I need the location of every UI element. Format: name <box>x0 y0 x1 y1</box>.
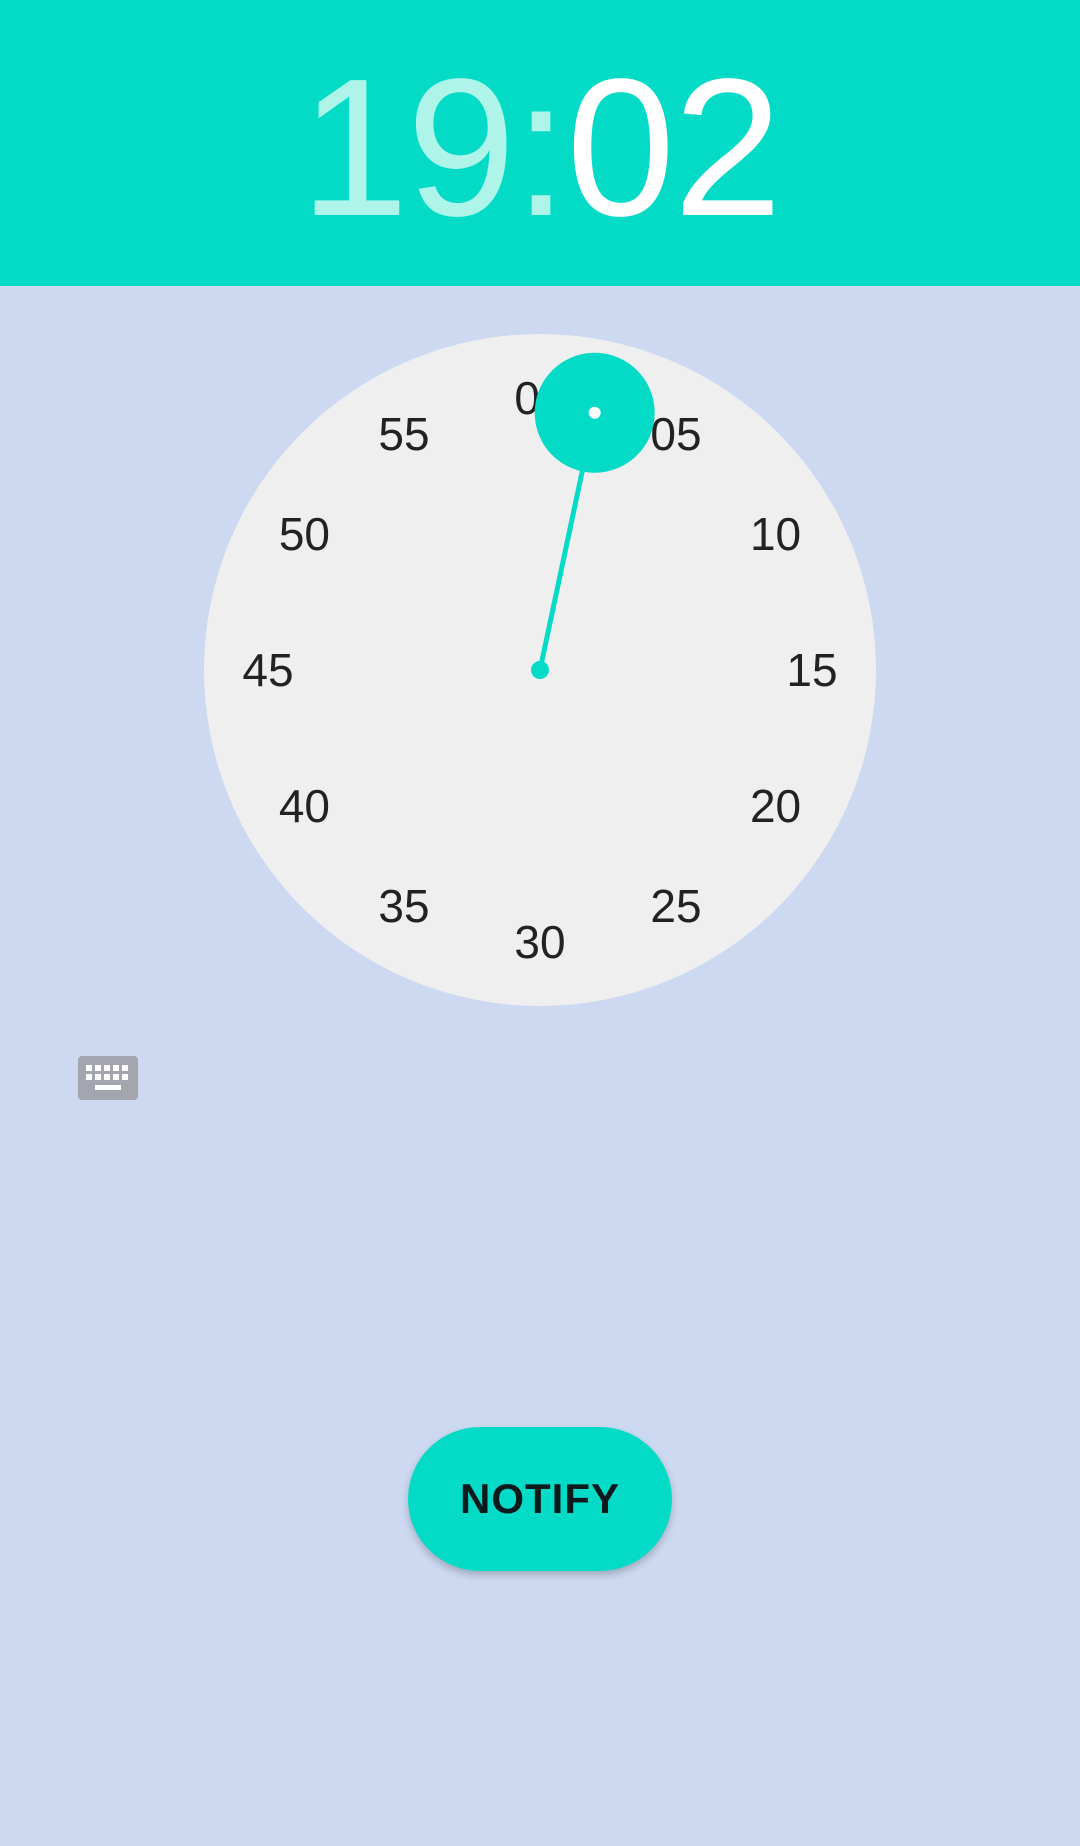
time-display: 19:02 <box>0 48 1080 248</box>
notify-button[interactable]: NOTIFY <box>408 1427 672 1571</box>
keyboard-icon <box>78 1056 138 1100</box>
clock-hand-layer <box>531 352 655 679</box>
clock-dial[interactable]: 000510152025303540455055 <box>204 334 876 1006</box>
selection-handle-dot <box>588 406 601 419</box>
time-header: 19:02 <box>0 0 1080 286</box>
hours-display[interactable]: 19 <box>300 48 516 248</box>
keyboard-toggle-button[interactable] <box>78 1056 138 1100</box>
time-separator: : <box>513 38 568 257</box>
minutes-display[interactable]: 02 <box>566 48 782 248</box>
